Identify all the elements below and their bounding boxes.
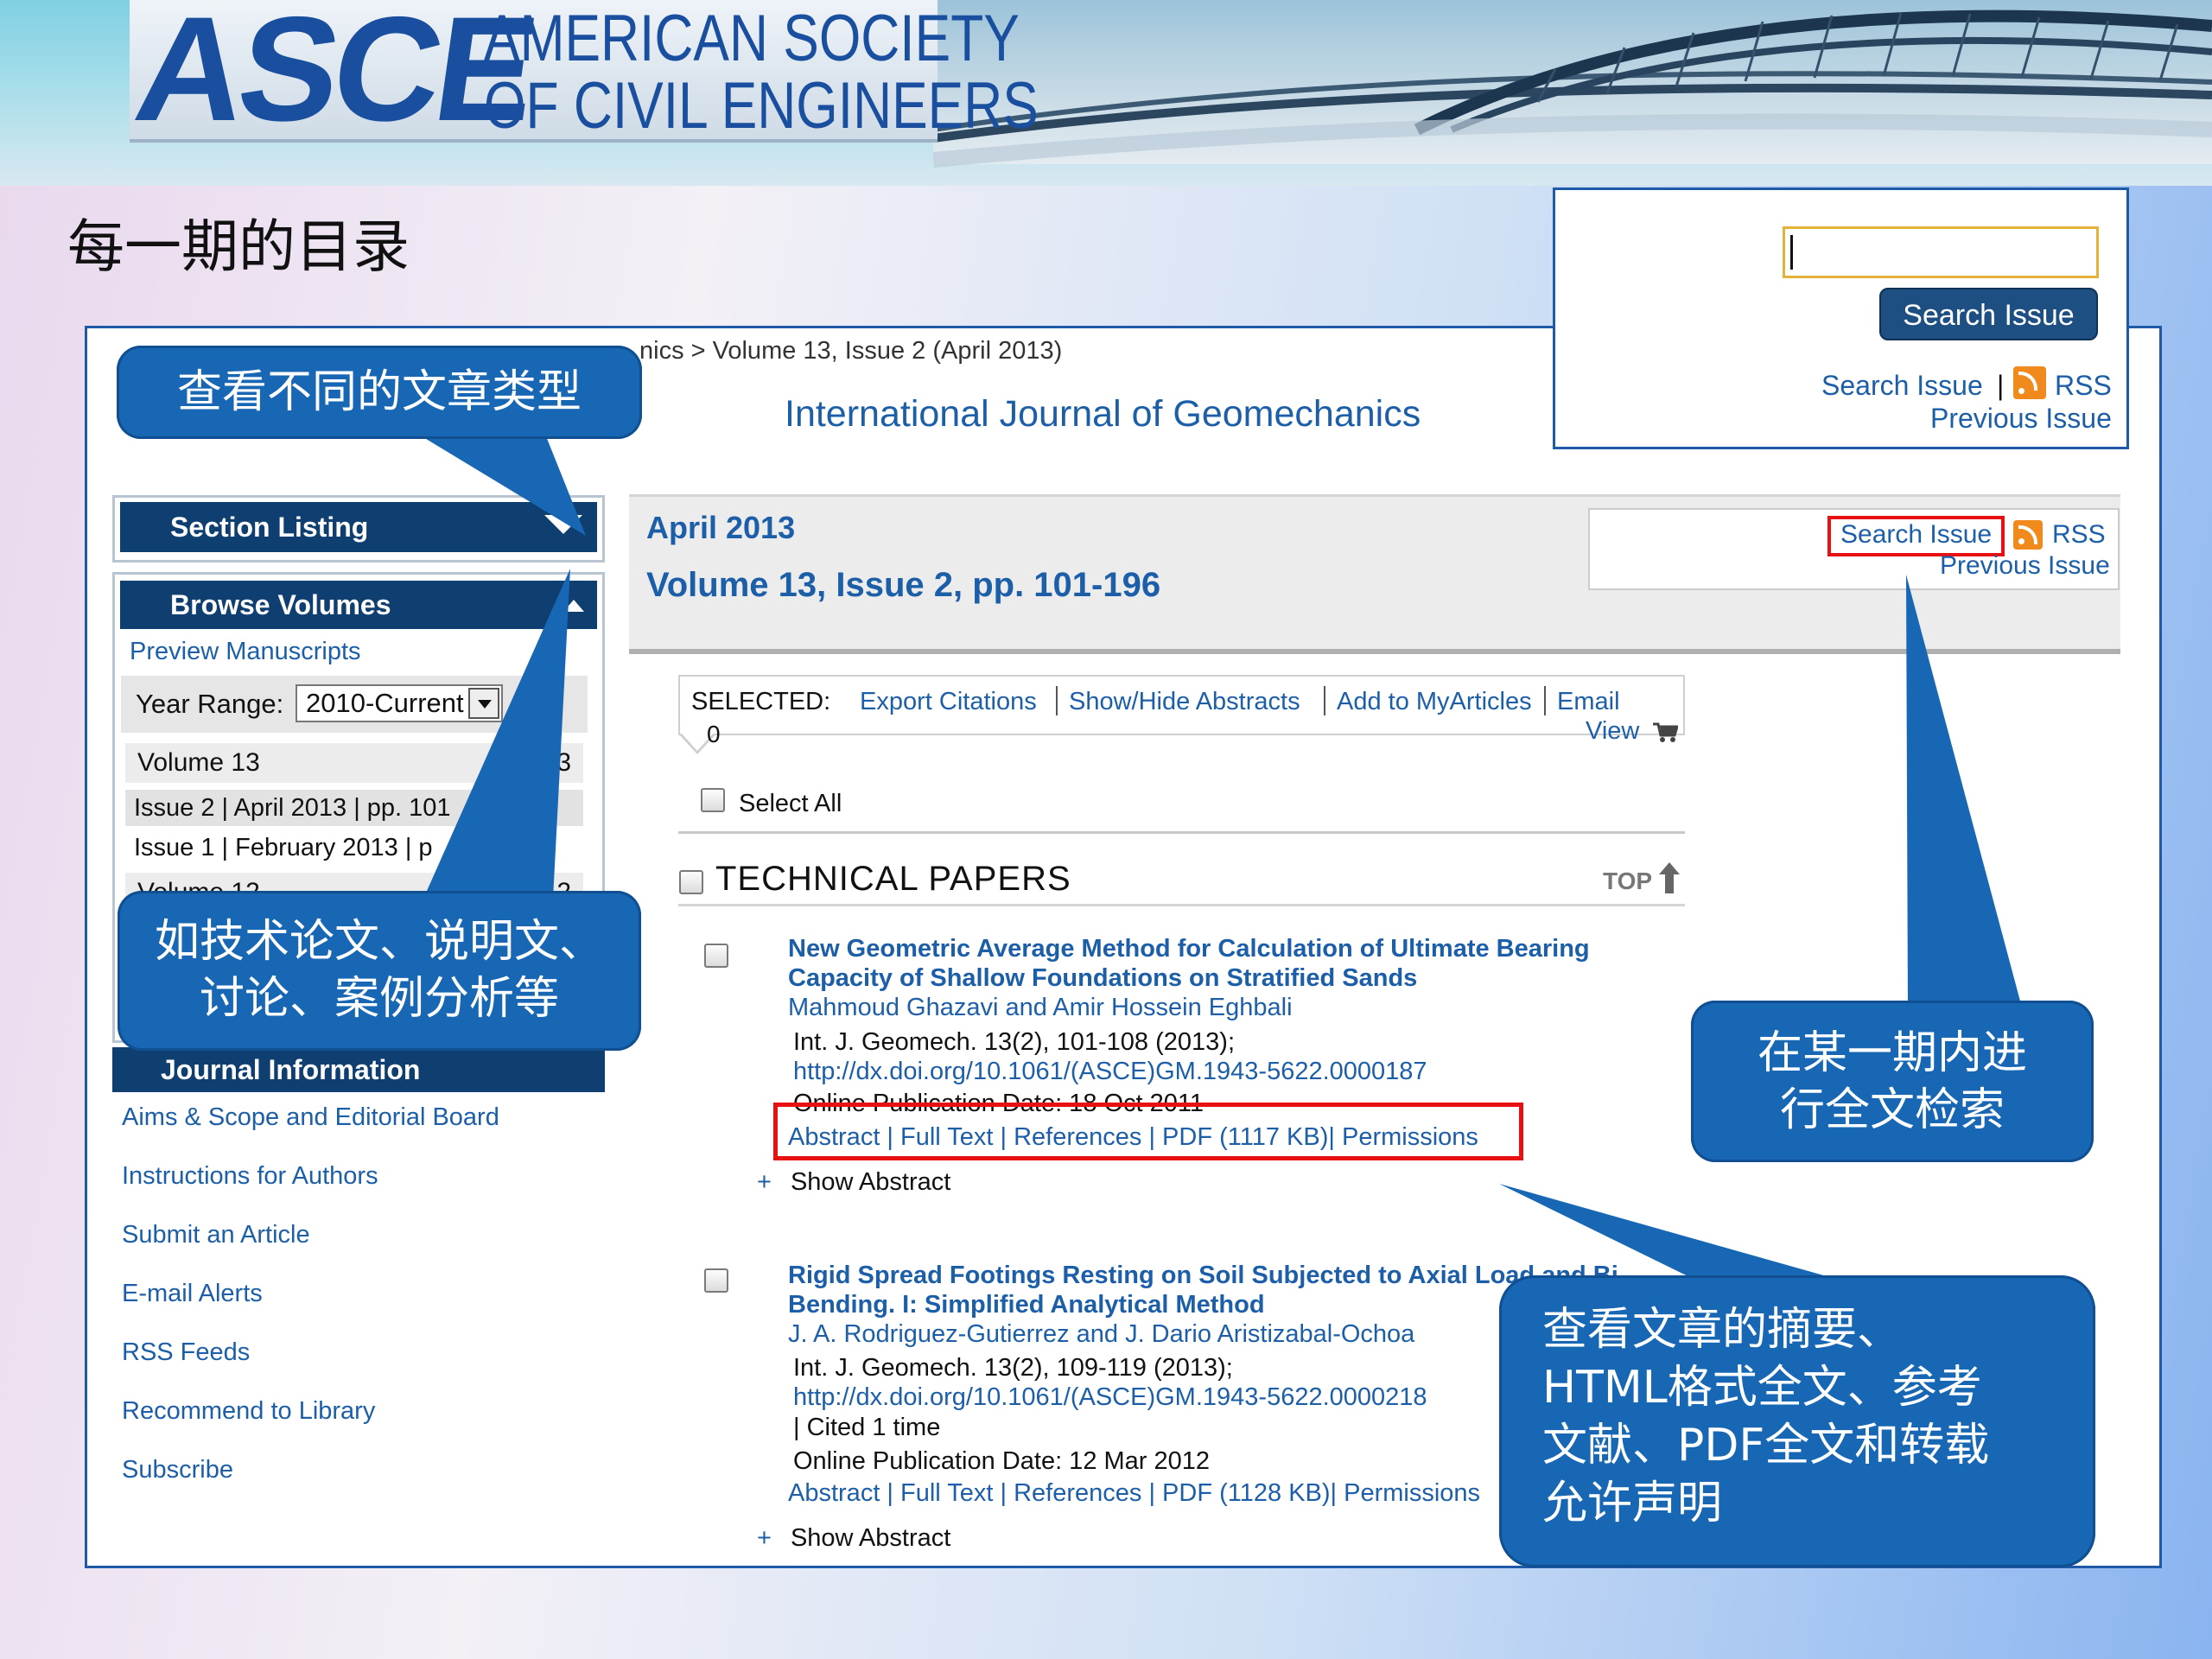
select-all-label: Select All	[739, 790, 842, 817]
top-arrow-icon[interactable]	[1657, 861, 1681, 895]
section-title: TECHNICAL PAPERS	[715, 860, 1071, 898]
journal-information-header[interactable]: Journal Information	[112, 1047, 605, 1092]
chevron-up-icon[interactable]	[563, 600, 584, 612]
callout-line: 在某一期内进	[1757, 1027, 2027, 1079]
divider	[678, 831, 1685, 834]
cart-icon[interactable]	[1652, 722, 1678, 743]
article-title[interactable]: Rigid Spread Footings Resting on Soil Su…	[788, 1262, 1618, 1290]
search-issue-link[interactable]: Search Issue	[1821, 370, 1983, 402]
issue-2-row[interactable]: Issue 2 | April 2013 | pp. 101	[125, 790, 583, 826]
breadcrumb: nics > Volume 13, Issue 2 (April 2013)	[639, 337, 1063, 365]
browse-volumes-header[interactable]: Browse Volumes	[120, 581, 597, 629]
rss-link[interactable]: RSS	[2052, 520, 2106, 550]
callout-article-links: 查看文章的摘要、 HTML格式全文、参考 文献、PDF全文和转载 允许声明	[1499, 1275, 2095, 1567]
search-issue-button[interactable]: Search Issue	[1879, 288, 2098, 340]
selected-count: 0	[707, 721, 721, 747]
rss-icon[interactable]	[2013, 366, 2046, 399]
highlight-box-search	[1827, 516, 2005, 556]
article-cited: | Cited 1 time	[793, 1414, 941, 1441]
asce-logo-text: AMERICAN SOCIETY OF CIVIL ENGINEERS	[484, 2, 1039, 143]
slide-title: 每一期的目录	[67, 213, 410, 280]
logo-line-2: OF CIVIL ENGINEERS	[484, 69, 1039, 143]
aims-scope-link[interactable]: Aims & Scope and Editorial Board	[122, 1103, 499, 1132]
selected-label: SELECTED:	[691, 688, 831, 715]
previous-issue-link[interactable]: Previous Issue	[1940, 551, 2110, 581]
email-alerts-link[interactable]: E-mail Alerts	[122, 1280, 263, 1308]
plus-icon: +	[757, 1168, 772, 1196]
toolbar-separator	[1544, 686, 1546, 715]
show-abstract-label: Show Abstract	[790, 1524, 951, 1552]
article-title[interactable]: New Geometric Average Method for Calcula…	[788, 935, 1590, 963]
callout-article-types: 查看不同的文章类型	[117, 346, 642, 439]
link-separator: |	[1997, 370, 2005, 401]
bridge-illustration	[933, 10, 2212, 168]
article-doi-link[interactable]: http://dx.doi.org/10.1061/(ASCE)GM.1943-…	[793, 1058, 1427, 1086]
section-listing-header[interactable]: Section Listing	[120, 502, 597, 552]
show-abstract-label: Show Abstract	[790, 1168, 951, 1196]
add-to-myarticles-link[interactable]: Add to MyArticles	[1337, 688, 1532, 716]
article-authors[interactable]: Mahmoud Ghazavi and Amir Hossein Eghbali	[788, 994, 1293, 1022]
text-caret	[1790, 235, 1793, 270]
chevron-down-icon[interactable]	[544, 515, 582, 534]
callout-line: 文献、PDF全文和转载	[1542, 1420, 1990, 1471]
search-issue-input[interactable]	[1783, 226, 2099, 278]
preview-manuscripts-link[interactable]: Preview Manuscripts	[130, 638, 361, 666]
article-citation: Int. J. Geomech. 13(2), 101-108 (2013);	[793, 1028, 1235, 1056]
journal-title[interactable]: International Journal of Geomechanics	[785, 393, 1421, 435]
callout-line: 行全文检索	[1779, 1084, 2005, 1136]
article-title[interactable]: Capacity of Shallow Foundations on Strat…	[788, 964, 1417, 993]
instructions-authors-link[interactable]: Instructions for Authors	[122, 1162, 378, 1191]
export-citations-link[interactable]: Export Citations	[860, 688, 1037, 716]
select-all-checkbox[interactable]	[701, 788, 725, 812]
top-link[interactable]: TOP	[1603, 868, 1652, 895]
callout-line: 讨论、案例分析等	[199, 973, 559, 1025]
show-abstract-toggle[interactable]: + Show Abstract	[757, 1168, 950, 1197]
article-links[interactable]: Abstract | Full Text | References | PDF …	[788, 1479, 1480, 1508]
article-doi-link[interactable]: http://dx.doi.org/10.1061/(ASCE)GM.1943-…	[793, 1383, 1427, 1412]
rss-icon[interactable]	[2013, 520, 2043, 550]
previous-issue-link[interactable]: Previous Issue	[1930, 403, 2112, 435]
volume-13-label: Volume 13	[137, 748, 260, 777]
issue-month: April 2013	[646, 510, 796, 545]
article-checkbox[interactable]	[704, 944, 728, 968]
show-abstract-toggle[interactable]: + Show Abstract	[757, 1524, 950, 1553]
article-title[interactable]: Bending. I: Simplified Analytical Method	[788, 1291, 1265, 1319]
rss-link[interactable]: RSS	[2055, 370, 2112, 402]
callout-line: HTML格式全文、参考	[1542, 1362, 1982, 1414]
submit-article-link[interactable]: Submit an Article	[122, 1221, 310, 1249]
callout-article-examples: 如技术论文、说明文、 讨论、案例分析等	[118, 891, 641, 1051]
callout-search-issue: 在某一期内进 行全文检索	[1691, 1001, 2094, 1162]
email-link[interactable]: Email	[1557, 688, 1620, 716]
subscribe-link[interactable]: Subscribe	[122, 1456, 233, 1484]
view-cart-link[interactable]: View	[1586, 717, 1639, 746]
plus-icon: +	[757, 1524, 772, 1552]
section-checkbox[interactable]	[679, 870, 703, 894]
dropdown-arrow-icon[interactable]	[468, 688, 499, 719]
section-rule	[678, 904, 1685, 906]
logo-line-1: AMERICAN SOCIETY	[484, 2, 1020, 75]
recommend-library-link[interactable]: Recommend to Library	[122, 1397, 375, 1426]
year-range-label: Year Range:	[136, 689, 284, 719]
toolbar-separator	[1056, 686, 1058, 715]
article-authors[interactable]: J. A. Rodriguez-Gutierrez and J. Dario A…	[788, 1320, 1414, 1349]
article-citation: Int. J. Geomech. 13(2), 109-119 (2013);	[793, 1354, 1233, 1382]
asce-logo: ASCE	[126, 0, 543, 152]
toolbar-separator	[1324, 686, 1325, 715]
header-banner: ASCE AMERICAN SOCIETY OF CIVIL ENGINEERS	[0, 0, 2212, 186]
callout-line: 查看文章的摘要、	[1542, 1304, 1903, 1356]
callout-line: 如技术论文、说明文、	[154, 916, 604, 968]
article-checkbox[interactable]	[704, 1268, 728, 1293]
show-hide-abstracts-link[interactable]: Show/Hide Abstracts	[1069, 688, 1300, 716]
issue-1-row[interactable]: Issue 1 | February 2013 | p	[125, 830, 583, 866]
callout-line: 允许声明	[1542, 1478, 1723, 1529]
issue-volume: Volume 13, Issue 2, pp. 101-196	[646, 566, 1161, 604]
article-online-date: Online Publication Date: 12 Mar 2012	[793, 1447, 1211, 1475]
volume-13-count: 3	[556, 748, 571, 777]
article-links[interactable]: Abstract | Full Text | References | PDF …	[788, 1123, 1478, 1152]
volume-13-row[interactable]: Volume 13 3	[125, 743, 583, 783]
rss-feeds-link[interactable]: RSS Feeds	[122, 1338, 250, 1367]
